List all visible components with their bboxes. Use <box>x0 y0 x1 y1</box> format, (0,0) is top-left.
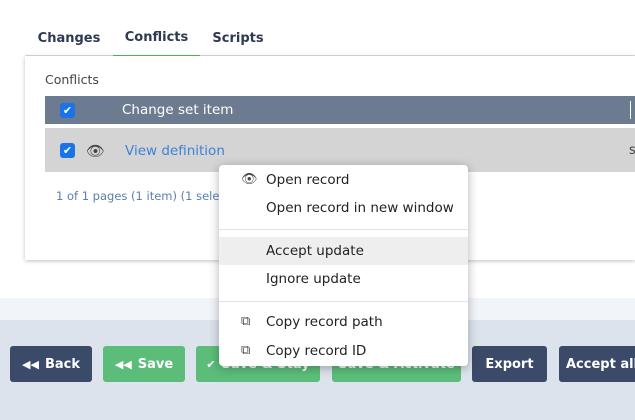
table-header: ✔ Change set item <box>45 96 635 124</box>
pager-text: 1 of 1 pages (1 item) (1 selected) <box>56 189 226 203</box>
menu-separator <box>219 229 468 230</box>
menu-separator <box>219 301 468 302</box>
select-all-checkbox[interactable]: ✔ <box>60 103 75 118</box>
check-icon: ✔ <box>206 357 216 371</box>
tab-scripts[interactable]: Scripts <box>200 20 276 56</box>
column-divider[interactable] <box>630 101 631 119</box>
menu-item-open-record-new-window[interactable]: Open record in new window <box>219 194 468 222</box>
truncated-cell: s <box>629 143 635 158</box>
menu-item-copy-record-path[interactable]: ⧉ Copy record path <box>219 308 468 336</box>
tab-changes[interactable]: Changes <box>25 20 113 56</box>
menu-item-ignore-update[interactable]: Ignore update <box>219 265 468 293</box>
copy-icon: ⧉ <box>241 314 251 329</box>
save-button[interactable]: ◀◀ Save <box>103 346 185 382</box>
eye-icon[interactable]: 👁 <box>86 142 105 160</box>
double-left-icon: ◀◀ <box>22 357 39 371</box>
copy-icon: ⧉ <box>241 343 251 358</box>
back-button[interactable]: ◀◀ Back <box>10 346 92 382</box>
menu-item-accept-update[interactable]: Accept update <box>219 237 468 265</box>
row-checkbox[interactable]: ✔ <box>60 143 75 158</box>
menu-item-open-record[interactable]: 👁 Open record <box>219 166 468 194</box>
export-button[interactable]: Export <box>472 346 547 382</box>
column-header-change-set-item[interactable]: Change set item <box>122 102 233 118</box>
view-definition-link[interactable]: View definition <box>125 143 225 159</box>
double-left-icon: ◀◀ <box>114 357 132 371</box>
panel-title: Conflicts <box>45 72 99 87</box>
eye-icon: 👁 <box>241 172 258 187</box>
accept-all-button[interactable]: Accept all <box>559 346 635 382</box>
context-menu: 👁 Open record Open record in new window … <box>219 165 468 366</box>
tab-conflicts[interactable]: Conflicts <box>113 20 200 57</box>
menu-item-copy-record-id[interactable]: ⧉ Copy record ID <box>219 337 468 365</box>
tab-bar: Changes Conflicts Scripts <box>25 20 635 57</box>
